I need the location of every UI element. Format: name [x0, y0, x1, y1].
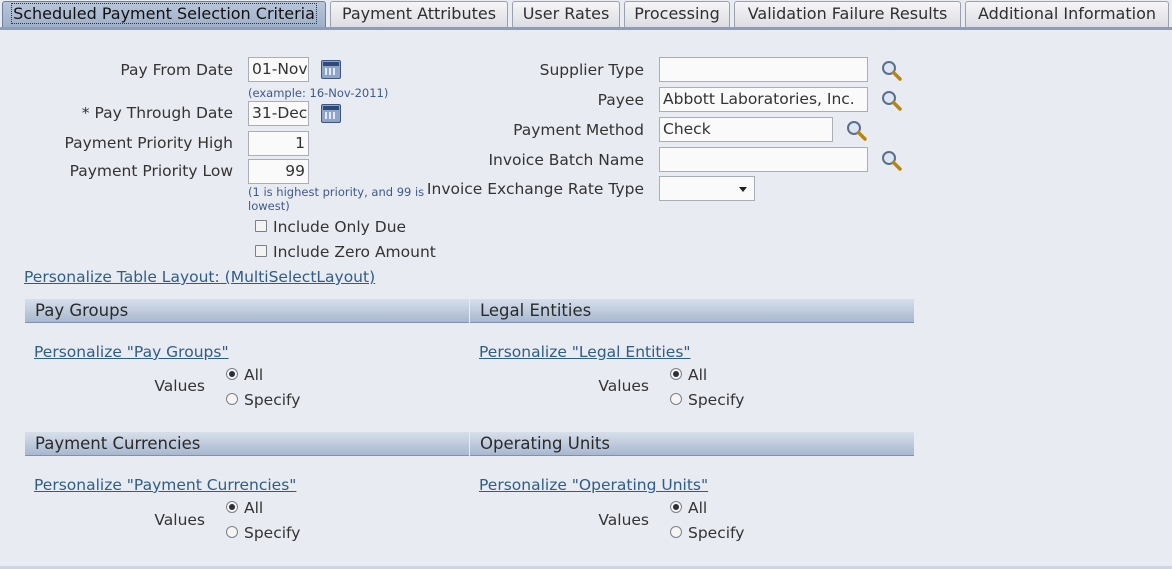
include-only-due-label: Include Only Due	[273, 218, 407, 236]
priority-hint-line1: (1 is highest priority, and 99 is	[248, 185, 425, 199]
pay-through-date-input[interactable]: 31-Dec-	[248, 101, 309, 126]
operating-units-header: Operating Units	[470, 432, 914, 456]
operating-units-all-label: All	[688, 499, 708, 517]
operating-units-specify-label: Specify	[688, 524, 745, 542]
payment-priority-high-label: Payment Priority High	[64, 134, 233, 152]
invoice-batch-name-label: Invoice Batch Name	[488, 151, 644, 169]
include-zero-amount-checkbox[interactable]	[255, 245, 267, 257]
tab-user-rates[interactable]: User Rates	[512, 1, 620, 27]
personalize-pay-groups-link[interactable]: Personalize "Pay Groups"	[34, 343, 229, 361]
pay-groups-specify-label: Specify	[244, 391, 301, 409]
personalize-legal-entities-link[interactable]: Personalize "Legal Entities"	[479, 343, 691, 361]
chevron-down-icon	[739, 187, 747, 192]
legal-entities-values-label: Values	[598, 377, 649, 395]
payment-currencies-all-label: All	[244, 499, 264, 517]
payment-currencies-all-radio[interactable]	[226, 501, 238, 513]
pay-through-date-label: * Pay Through Date	[81, 104, 233, 122]
search-icon[interactable]	[845, 119, 867, 141]
pay-groups-header: Pay Groups	[25, 299, 469, 323]
tab-label: Scheduled Payment Selection Criteria	[11, 3, 317, 24]
search-icon[interactable]	[880, 59, 902, 81]
legal-entities-all-label: All	[688, 366, 708, 384]
supplier-type-label: Supplier Type	[539, 61, 644, 79]
legal-entities-specify-radio[interactable]	[670, 393, 682, 405]
payee-input[interactable]: Abbott Laboratories, Inc.	[659, 87, 868, 112]
tab-processing[interactable]: Processing	[624, 1, 730, 27]
personalize-table-layout-link[interactable]: Personalize Table Layout: (MultiSelectLa…	[24, 268, 375, 286]
include-zero-amount-label: Include Zero Amount	[273, 243, 436, 261]
calendar-icon[interactable]	[321, 104, 341, 123]
payment-priority-high-input[interactable]: 1	[248, 131, 309, 156]
pay-from-date-input[interactable]: 01-Nov-	[248, 57, 309, 82]
tab-bar: Scheduled Payment Selection Criteria Pay…	[0, 0, 1172, 30]
invoice-exchange-rate-type-select[interactable]	[659, 176, 755, 201]
invoice-batch-name-input[interactable]	[659, 147, 868, 172]
pay-groups-all-radio[interactable]	[226, 368, 238, 380]
operating-units-all-radio[interactable]	[670, 501, 682, 513]
legal-entities-header: Legal Entities	[470, 299, 914, 323]
legal-entities-specify-label: Specify	[688, 391, 745, 409]
payment-priority-low-input[interactable]: 99	[248, 159, 309, 184]
tab-validation-failure-results[interactable]: Validation Failure Results	[734, 1, 961, 27]
payment-method-label: Payment Method	[513, 121, 644, 139]
legal-entities-all-radio[interactable]	[670, 368, 682, 380]
invoice-exchange-rate-type-label: Invoice Exchange Rate Type	[426, 180, 644, 198]
tab-additional-information[interactable]: Additional Information	[965, 1, 1169, 27]
personalize-operating-units-link[interactable]: Personalize "Operating Units"	[479, 476, 708, 494]
payment-currencies-specify-label: Specify	[244, 524, 301, 542]
search-icon[interactable]	[880, 149, 902, 171]
pay-from-date-hint: (example: 16-Nov-2011)	[248, 86, 389, 100]
payment-currencies-specify-radio[interactable]	[226, 526, 238, 538]
tab-scheduled-payment-selection-criteria[interactable]: Scheduled Payment Selection Criteria	[2, 1, 326, 27]
priority-hint-line2: lowest)	[248, 199, 290, 213]
payment-priority-low-label: Payment Priority Low	[69, 162, 233, 180]
pay-from-date-label: Pay From Date	[120, 61, 233, 79]
calendar-icon[interactable]	[321, 60, 341, 79]
operating-units-specify-radio[interactable]	[670, 526, 682, 538]
supplier-type-input[interactable]	[659, 57, 868, 82]
payment-currencies-header: Payment Currencies	[25, 432, 469, 456]
operating-units-values-label: Values	[598, 511, 649, 529]
pay-groups-values-label: Values	[154, 377, 205, 395]
payment-method-input[interactable]: Check	[659, 117, 833, 142]
payment-currencies-values-label: Values	[154, 511, 205, 529]
search-icon[interactable]	[880, 89, 902, 111]
personalize-payment-currencies-link[interactable]: Personalize "Payment Currencies"	[34, 476, 296, 494]
pay-groups-all-label: All	[244, 366, 264, 384]
tab-payment-attributes[interactable]: Payment Attributes	[330, 1, 508, 27]
payee-label: Payee	[597, 91, 644, 109]
include-only-due-checkbox[interactable]	[255, 220, 267, 232]
pay-groups-specify-radio[interactable]	[226, 393, 238, 405]
